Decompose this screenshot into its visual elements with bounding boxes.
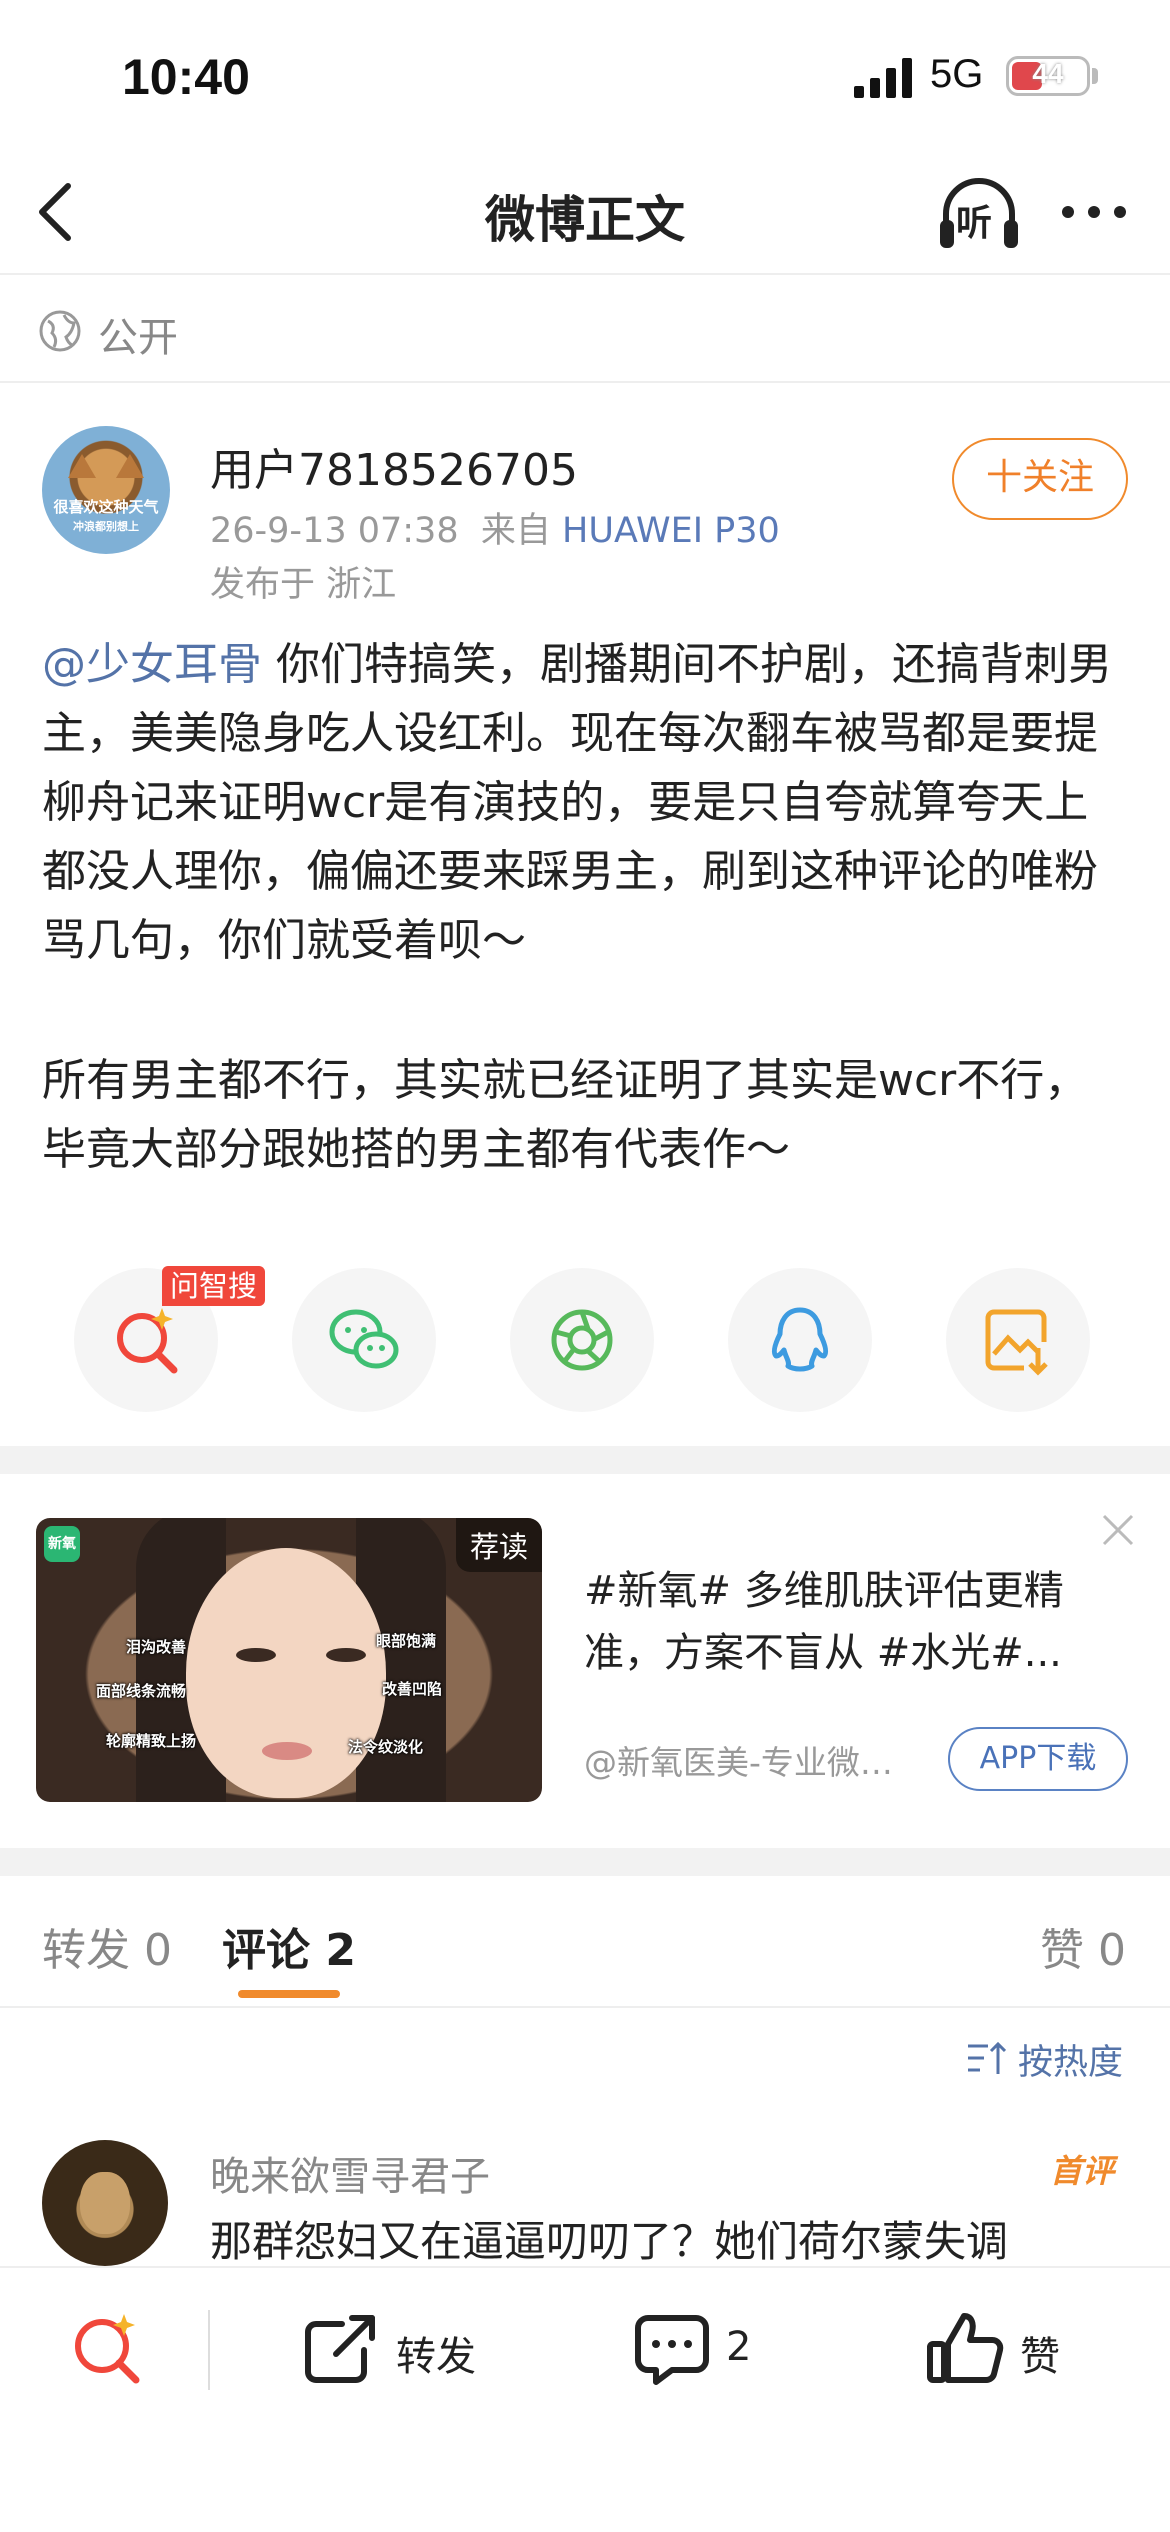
tab-comments[interactable]: 评论 2 — [222, 1914, 356, 1978]
moments-icon — [551, 1309, 613, 1371]
comment-icon — [635, 2315, 709, 2385]
thumbs-up-icon — [927, 2313, 1004, 2383]
ad-image[interactable]: 泪沟改善 眼部饱满 面部线条流畅 改善凹陷 轮廓精致上扬 法令纹淡化 新氧 荐读 — [36, 1518, 542, 1802]
visibility-row: 公开 — [0, 277, 1170, 383]
ad-tag: 泪沟改善 — [126, 1638, 187, 1656]
app-download-button[interactable]: APP下载 — [948, 1727, 1128, 1791]
section-divider — [0, 1446, 1170, 1474]
post-text: @少女耳骨 你们特搞笑，剧播期间不护剧，还搞背刺男主，美美隐身吃人设红利。现在每… — [42, 630, 1132, 975]
listen-button[interactable]: 听 — [936, 174, 1022, 254]
battery-icon: 44 — [1006, 56, 1090, 96]
commenter-avatar[interactable] — [42, 2140, 168, 2266]
image-download-icon — [985, 1309, 1048, 1376]
ad-tag: 改善凹陷 — [382, 1680, 443, 1698]
active-tab-indicator — [238, 1990, 340, 1998]
ai-search-icon — [117, 1308, 178, 1374]
ai-badge: 问智搜 — [162, 1266, 266, 1306]
ad-logo: 新氧 — [44, 1526, 80, 1562]
post-text-part-2: 所有男主都不行，其实就已经证明了其实是wcr不行，毕竟大部分跟她搭的男主都有代表… — [42, 1055, 1089, 1175]
qq-share-button[interactable] — [728, 1268, 872, 1412]
section-divider — [0, 1848, 1170, 1876]
sort-icon — [968, 2041, 1006, 2074]
repost-button[interactable]: 转发 — [302, 2304, 492, 2392]
comment-button[interactable]: 2 — [632, 2304, 782, 2392]
mention-link[interactable]: @少女耳骨 — [42, 639, 262, 690]
post-time: 26-9-13 07:38 — [210, 511, 459, 551]
network-type: 5G — [930, 52, 984, 96]
toolbar-separator — [208, 2310, 210, 2390]
author-avatar[interactable]: 很喜欢这种天气 冲浪都别想上 — [42, 426, 170, 554]
wechat-share-button[interactable] — [292, 1268, 436, 1412]
moments-share-button[interactable] — [510, 1268, 654, 1412]
commenter-name[interactable]: 晚来欲雪寻君子 — [210, 2144, 490, 2202]
ad-title[interactable]: #新氧# 多维肌肤评估更精准，方案不盲从 #水光#... — [584, 1560, 1124, 1684]
share-icon — [305, 2315, 375, 2383]
ad-tag: 眼部饱满 — [376, 1632, 437, 1650]
tabs-border — [0, 2006, 1170, 2008]
qq-icon — [771, 1307, 829, 1372]
status-time: 10:40 — [122, 49, 250, 105]
more-icon[interactable] — [1056, 180, 1132, 244]
like-label: 赞 — [1020, 2334, 1060, 2380]
post-location: 发布于 浙江 — [210, 565, 397, 605]
ad-tag: 面部线条流畅 — [96, 1682, 187, 1700]
source-prefix: 来自 — [480, 511, 551, 551]
tab-repost[interactable]: 转发 0 — [42, 1914, 172, 1978]
follow-button[interactable]: 十关注 — [952, 438, 1128, 520]
status-bar: 10:40 5G 44 — [0, 0, 1170, 150]
repost-label: 转发 — [396, 2334, 476, 2380]
comment-text[interactable]: 那群怨妇又在逼逼叨叨了？她们荷尔蒙失调 — [210, 2208, 1130, 2264]
ad-tag: 轮廓精致上扬 — [106, 1732, 197, 1750]
comment-count: 2 — [726, 2324, 752, 2370]
ad-recommend-label: 荐读 — [455, 1518, 542, 1572]
save-image-share-button[interactable] — [946, 1268, 1090, 1412]
author-username[interactable]: 用户7818526705 — [210, 434, 578, 498]
sort-label: 按热度 — [1018, 2043, 1124, 2083]
ai-search-icon[interactable] — [66, 2308, 146, 2388]
listen-label: 听 — [956, 203, 993, 244]
battery-level: 44 — [1032, 58, 1064, 89]
wechat-icon — [329, 1309, 399, 1369]
ad-tag: 法令纹淡化 — [348, 1738, 424, 1756]
visibility-label: 公开 — [98, 315, 178, 361]
tab-likes[interactable]: 赞 0 — [1040, 1914, 1126, 1978]
bottom-toolbar: 转发 2 赞 — [0, 2266, 1170, 2532]
globe-icon — [39, 310, 81, 352]
like-button[interactable]: 赞 — [926, 2304, 1096, 2392]
first-comment-badge: 首评 — [1050, 2152, 1115, 2190]
nav-bar: 微博正文 听 — [0, 150, 1170, 275]
post-meta: 26-9-13 07:38 来自 HUAWEI P30 — [210, 502, 780, 553]
close-icon[interactable] — [1098, 1510, 1138, 1550]
device-link[interactable]: HUAWEI P30 — [562, 511, 780, 551]
signal-icon — [854, 58, 912, 98]
ad-source[interactable]: @新氧医美-专业微整形平台 — [584, 1736, 924, 1784]
avatar-caption: 很喜欢这种天气 冲浪都别想上 — [53, 498, 159, 533]
